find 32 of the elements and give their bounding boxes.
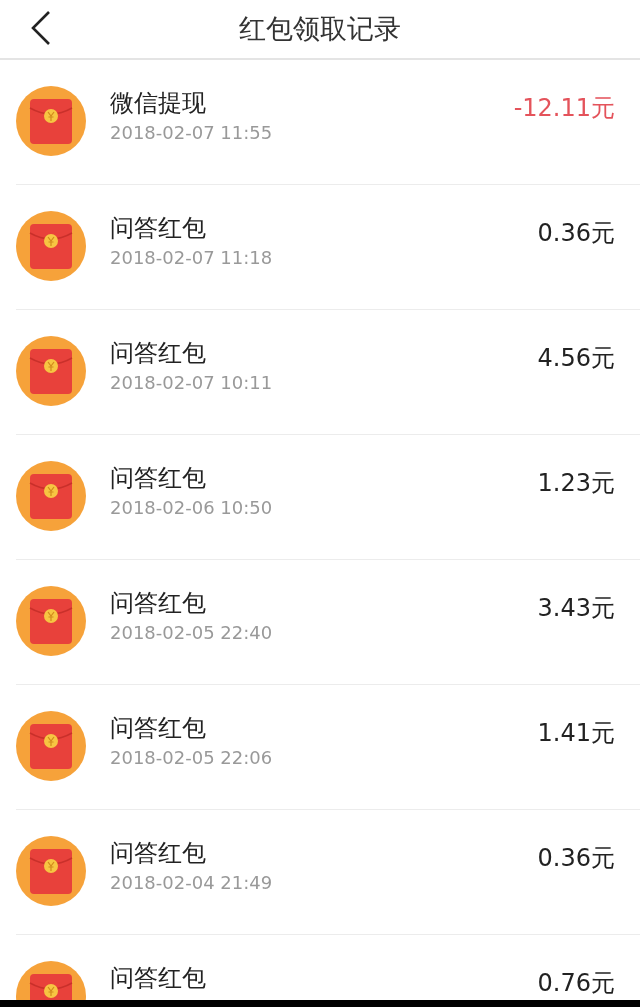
record-amount: -12.11元 xyxy=(513,93,615,124)
record-title: 问答红包 xyxy=(110,714,207,743)
envelope-icon xyxy=(16,336,86,406)
record-amount: 1.41元 xyxy=(537,718,615,749)
record-time: 2018-02-05 22:40 xyxy=(110,621,274,644)
record-time: 2018-02-07 11:18 xyxy=(110,246,274,269)
envelope-icon xyxy=(16,461,86,531)
record-time: 2018-02-04 21:49 xyxy=(110,871,274,894)
record-title: 微信提现 xyxy=(110,89,207,118)
record-amount: 0.36元 xyxy=(537,218,615,249)
record-amount: 0.36元 xyxy=(537,843,615,874)
envelope-icon xyxy=(16,711,86,781)
record-title: 问答红包 xyxy=(110,339,207,368)
record-time: 2018-02-06 10:50 xyxy=(110,496,274,519)
page-title: 红包领取记录 xyxy=(239,11,401,46)
record-amount: 0.76元 xyxy=(537,968,615,999)
envelope-icon xyxy=(16,211,86,281)
record-amount: 1.23元 xyxy=(537,468,615,499)
record-title: 问答红包 xyxy=(110,964,207,993)
record-title: 问答红包 xyxy=(110,464,207,493)
envelope-icon xyxy=(16,836,86,906)
record-amount: 3.43元 xyxy=(537,593,615,624)
envelope-icon xyxy=(16,86,86,156)
record-time: 2018-02-07 11:55 xyxy=(110,121,274,144)
record-time: 2018-02-07 10:11 xyxy=(110,371,274,394)
record-amount: 4.56元 xyxy=(537,343,615,374)
record-time: 2018-02-05 22:06 xyxy=(110,746,274,769)
record-title: 问答红包 xyxy=(110,839,207,868)
envelope-icon xyxy=(16,586,86,656)
record-title: 问答红包 xyxy=(110,589,207,618)
back-icon[interactable] xyxy=(30,10,52,46)
record-title: 问答红包 xyxy=(110,214,207,243)
